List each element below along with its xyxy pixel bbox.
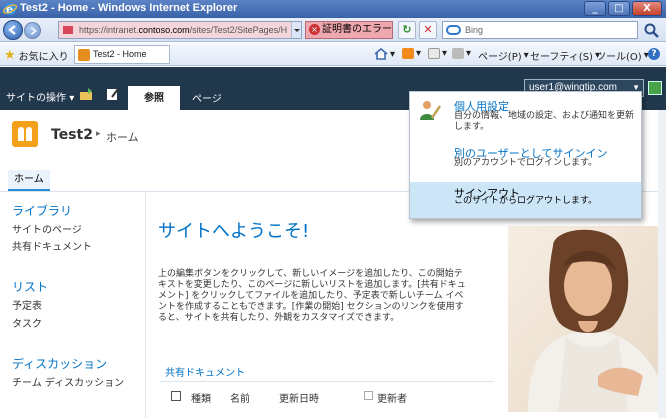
- column-header-modified-by[interactable]: 更新者: [377, 390, 407, 405]
- menu-item-sign-in-as-different-user[interactable]: 別のユーザーとしてサインイン 別のアカウントでログインします。: [410, 142, 641, 182]
- column-header-type[interactable]: 種類: [191, 390, 211, 405]
- chevron-down-icon: ▾: [69, 93, 75, 104]
- favorites-button[interactable]: ★ お気に入り: [4, 47, 69, 64]
- select-all-checkbox[interactable]: [171, 391, 181, 401]
- home-button[interactable]: ▾: [374, 48, 395, 60]
- help-button[interactable]: ?: [648, 48, 660, 60]
- navigate-up-icon[interactable]: [79, 87, 95, 101]
- user-menu: 個人用設定 自分の情報、地域の設定、および通知を更新します。 別のユーザーとして…: [409, 91, 642, 219]
- search-placeholder: Bing: [465, 25, 484, 35]
- maximize-button[interactable]: □: [608, 1, 630, 16]
- browser-tab[interactable]: Test2 - Home: [74, 45, 170, 64]
- bing-logo-icon: [446, 25, 461, 35]
- sharepoint-favicon-icon: [78, 49, 90, 61]
- stop-icon: ✕: [423, 23, 433, 36]
- url-path: /sites/Test2/SitePages/H: [189, 25, 288, 35]
- star-icon: ★: [4, 47, 16, 63]
- top-nav-home[interactable]: ホーム: [8, 170, 50, 191]
- certificate-error-button[interactable]: × 証明書のエラー: [305, 21, 393, 39]
- nav-item-site-pages[interactable]: サイトのページ: [12, 221, 82, 236]
- page-menu-label: ページ(P): [478, 52, 522, 63]
- shield-error-icon: ×: [309, 24, 320, 35]
- nav-item-team-discussion[interactable]: チーム ディスカッション: [12, 374, 124, 389]
- page-title: サイトへようこそ!: [158, 221, 310, 242]
- welcome-image: [508, 226, 658, 412]
- feeds-button[interactable]: ▾: [402, 48, 421, 59]
- breadcrumb: ホーム: [106, 131, 139, 144]
- arrow-right-icon: [30, 26, 37, 36]
- menu-item-description: 別のアカウントでログインします。: [454, 158, 598, 168]
- vertical-scrollbar[interactable]: [658, 110, 666, 418]
- nav-libraries-heading[interactable]: ライブラリ: [12, 202, 72, 219]
- search-input[interactable]: Bing: [442, 21, 638, 39]
- window-title: Test2 - Home - Windows Internet Explorer: [20, 2, 238, 14]
- url-prefix: https://intranet.: [79, 25, 139, 35]
- window-title-bar: e Test2 - Home - Windows Internet Explor…: [0, 0, 666, 18]
- url-input[interactable]: https://intranet.contoso.com/sites/Test2…: [58, 21, 302, 39]
- safety-menu-label: セーフティ(S): [530, 52, 593, 63]
- url-dropdown-button[interactable]: [291, 22, 301, 38]
- close-window-button[interactable]: X: [632, 1, 662, 16]
- ie-logo-icon: e: [3, 3, 17, 16]
- tab-page[interactable]: ページ: [192, 90, 222, 105]
- menu-item-sign-out[interactable]: サインアウト このサイトからログアウトします。: [410, 182, 641, 218]
- site-title[interactable]: Test2: [51, 127, 93, 143]
- edit-page-icon[interactable]: [106, 87, 120, 101]
- site-actions-label: サイトの操作: [6, 93, 66, 104]
- forward-button[interactable]: [24, 22, 41, 39]
- address-bar: https://intranet.contoso.com/sites/Test2…: [0, 18, 666, 42]
- divider: [160, 381, 494, 382]
- arrow-left-icon: [8, 25, 16, 35]
- column-header-modified[interactable]: 更新日時: [279, 390, 319, 405]
- stop-button[interactable]: ✕: [419, 21, 437, 39]
- column-header-name[interactable]: 名前: [230, 390, 250, 405]
- help-icon: ?: [648, 48, 660, 60]
- print-button[interactable]: ▾: [452, 48, 471, 59]
- nav-item-tasks[interactable]: タスク: [12, 315, 42, 330]
- user-settings-icon: [420, 101, 442, 120]
- certificate-error-label: 証明書のエラー: [322, 24, 392, 35]
- favorites-bar: ★ お気に入り Test2 - Home ▾ ▾ ▾ ▾ ページ(P) ▾ セーフ…: [0, 43, 666, 66]
- tab-browse[interactable]: 参照: [128, 86, 180, 110]
- menu-item-description: 自分の情報、地域の設定、および通知を更新します。: [454, 111, 635, 132]
- mail-button[interactable]: ▾: [428, 48, 447, 59]
- back-button[interactable]: [3, 20, 23, 40]
- page-menu[interactable]: ページ(P) ▾: [478, 48, 529, 63]
- rss-icon: [402, 48, 414, 59]
- search-icon[interactable]: [642, 21, 662, 39]
- refresh-button[interactable]: ↻: [398, 21, 416, 39]
- nav-lists-heading[interactable]: リスト: [12, 278, 48, 295]
- tools-menu[interactable]: ツール(O) ▾: [596, 48, 649, 63]
- menu-item-description: このサイトからログアウトします。: [454, 196, 598, 206]
- nav-discussions-heading[interactable]: ディスカッション: [12, 355, 107, 372]
- welcome-text: 上の編集ボタンをクリックして、新しいイメージを追加したり、この開始テキストを変更…: [158, 269, 466, 323]
- url-domain: contoso.com: [138, 25, 190, 35]
- browser-tab-label: Test2 - Home: [93, 49, 147, 59]
- document-library-title[interactable]: 共有ドキュメント: [165, 364, 245, 379]
- nav-item-shared-documents[interactable]: 共有ドキュメント: [12, 238, 92, 253]
- refresh-icon: ↻: [402, 23, 412, 36]
- mail-icon: [428, 48, 440, 59]
- safety-menu[interactable]: セーフティ(S) ▾: [530, 48, 600, 63]
- site-actions-menu[interactable]: サイトの操作 ▾: [6, 89, 74, 104]
- breadcrumb-arrow-icon: ▸: [96, 129, 101, 139]
- security-icon: [63, 26, 73, 34]
- tools-menu-label: ツール(O): [596, 52, 642, 63]
- site-logo-icon[interactable]: [12, 121, 38, 147]
- minimize-button[interactable]: _: [584, 1, 606, 16]
- favorites-label: お気に入り: [18, 52, 69, 63]
- quick-launch: ライブラリ サイトのページ 共有ドキュメント リスト 予定表 タスク ディスカッ…: [0, 192, 146, 418]
- menu-item-my-settings[interactable]: 個人用設定 自分の情報、地域の設定、および通知を更新します。: [410, 92, 641, 142]
- nav-item-calendar[interactable]: 予定表: [12, 297, 42, 312]
- column-checkbox-icon: [364, 391, 373, 400]
- focus-on-content-icon[interactable]: [648, 81, 662, 95]
- home-icon: [374, 48, 388, 60]
- printer-icon: [452, 48, 464, 59]
- chevron-down-icon: [294, 29, 300, 32]
